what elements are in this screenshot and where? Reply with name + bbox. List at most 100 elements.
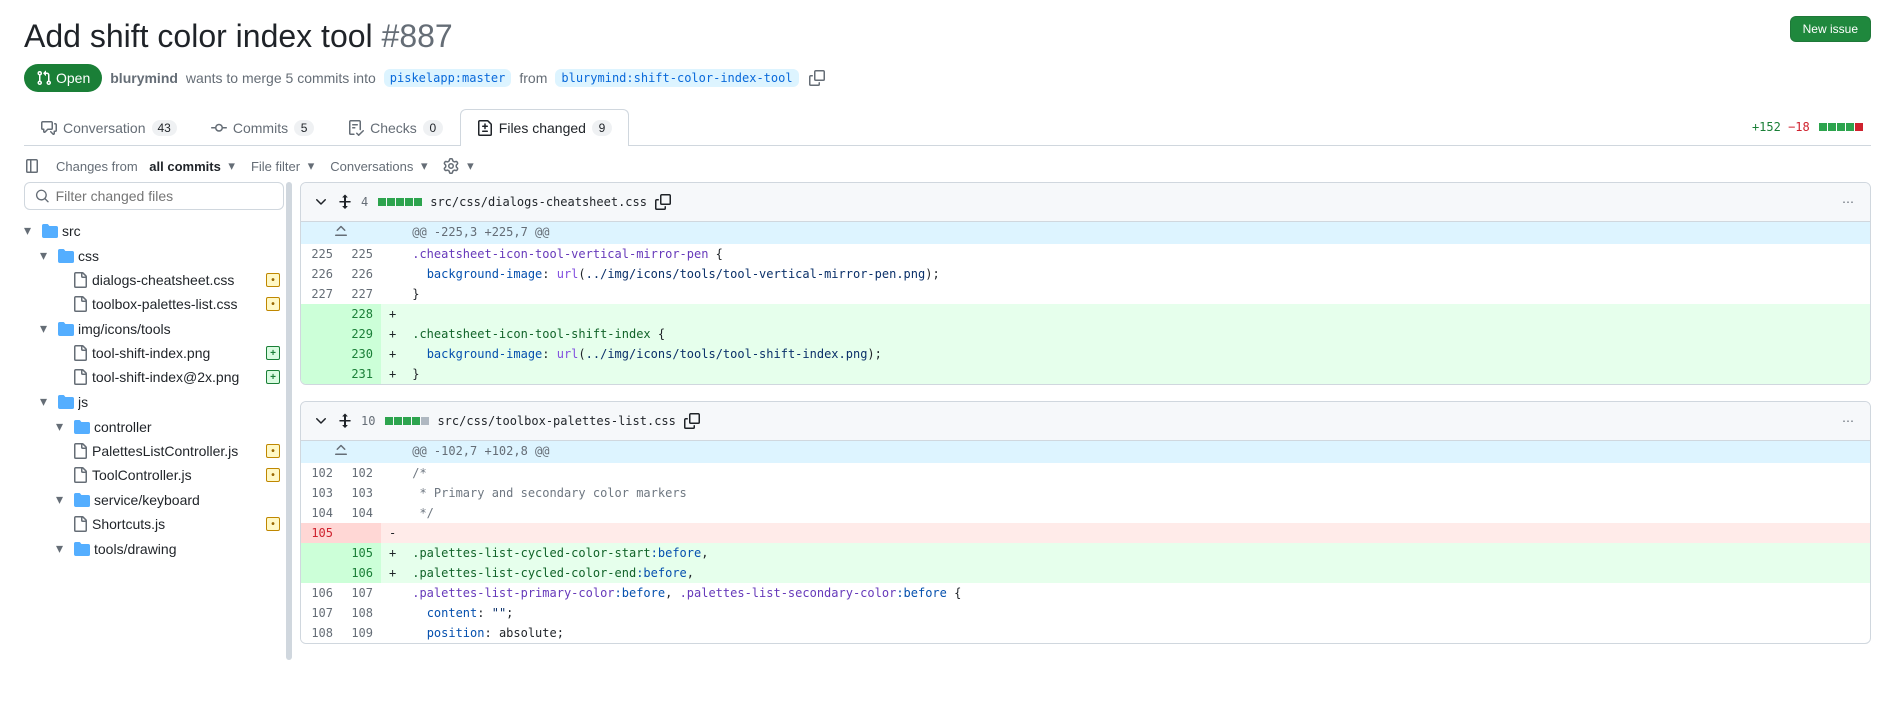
line-number-old[interactable]: 226	[301, 264, 341, 284]
tab-label: Conversation	[63, 120, 146, 136]
tree-file-toolbox-palettes[interactable]: toolbox-palettes-list.css •	[24, 292, 284, 316]
line-number-new[interactable]: 109	[341, 623, 381, 643]
tree-file-palettes-ctrl[interactable]: PalettesListController.js •	[24, 439, 284, 463]
tree-folder-controller[interactable]: ▾controller	[24, 414, 284, 439]
line-number-old[interactable]: 108	[301, 623, 341, 643]
file-path[interactable]: src/css/dialogs-cheatsheet.css	[430, 195, 647, 209]
tab-files-changed[interactable]: Files changed 9	[460, 109, 629, 146]
folder-icon	[42, 223, 58, 239]
line-number-old[interactable]: 105	[301, 523, 341, 543]
diff-line-add: 229+.cheatsheet-icon-tool-shift-index {	[301, 324, 1870, 344]
tab-checks[interactable]: Checks 0	[331, 109, 460, 146]
tree-label: toolbox-palettes-list.css	[92, 296, 238, 312]
tree-file-tool-ctrl[interactable]: ToolController.js •	[24, 463, 284, 487]
line-number-old[interactable]	[301, 364, 341, 384]
tree-folder-img-icons-tools[interactable]: ▾img/icons/tools	[24, 316, 284, 341]
line-number-old[interactable]: 104	[301, 503, 341, 523]
author-link[interactable]: blurymind	[110, 70, 178, 86]
hunk-text: @@ -225,3 +225,7 @@	[404, 222, 1870, 244]
line-number-old[interactable]	[301, 324, 341, 344]
kebab-icon[interactable]: ⋯	[1838, 410, 1858, 432]
line-number-new[interactable]: 108	[341, 603, 381, 623]
line-number-old[interactable]	[301, 344, 341, 364]
gear-icon[interactable]: ▾	[443, 158, 473, 174]
line-number-old[interactable]	[301, 304, 341, 324]
file-path[interactable]: src/css/toolbox-palettes-list.css	[437, 414, 675, 428]
line-number-new[interactable]: 226	[341, 264, 381, 284]
line-number-old[interactable]: 106	[301, 583, 341, 603]
line-number-new[interactable]: 230	[341, 344, 381, 364]
tree-folder-service-keyboard[interactable]: ▾service/keyboard	[24, 487, 284, 512]
line-number-new[interactable]: 229	[341, 324, 381, 344]
tree-file-dialogs-cheatsheet[interactable]: dialogs-cheatsheet.css •	[24, 268, 284, 292]
filter-files-input-wrapper[interactable]	[24, 182, 284, 210]
file-block-dialogs-cheatsheet: 4 src/css/dialogs-cheatsheet.css ⋯ @@ -2…	[300, 182, 1871, 385]
line-number-new[interactable]: 106	[341, 563, 381, 583]
tree-folder-css[interactable]: ▾css	[24, 243, 284, 268]
line-number-old[interactable]: 103	[301, 483, 341, 503]
collapse-file-icon[interactable]	[313, 194, 329, 210]
new-issue-button[interactable]: New issue	[1790, 16, 1871, 42]
conversations-dropdown[interactable]: Conversations ▾	[330, 158, 427, 174]
tab-commits[interactable]: Commits 5	[194, 109, 331, 146]
line-number-new[interactable]: 228	[341, 304, 381, 324]
added-icon: +	[266, 346, 280, 360]
tree-folder-tools-drawing[interactable]: ▾tools/drawing	[24, 536, 284, 561]
line-number-old[interactable]: 225	[301, 244, 341, 264]
head-branch-chip[interactable]: blurymind:shift-color-index-tool	[555, 69, 798, 87]
line-number-old[interactable]: 227	[301, 284, 341, 304]
line-number-new[interactable]: 104	[341, 503, 381, 523]
tree-label: service/keyboard	[94, 492, 200, 508]
tree-folder-js[interactable]: ▾js	[24, 389, 284, 414]
line-number-old[interactable]: 107	[301, 603, 341, 623]
copy-path-icon[interactable]	[684, 413, 700, 429]
sidebar-toggle-icon[interactable]	[24, 158, 40, 174]
tab-counter: 43	[152, 120, 177, 136]
tab-label: Commits	[233, 120, 288, 136]
diff-line-add: 106+.palettes-list-cycled-color-end:befo…	[301, 563, 1870, 583]
file-filter-dropdown[interactable]: File filter ▾	[251, 158, 314, 174]
changes-prefix: Changes from	[56, 159, 138, 174]
tab-counter: 0	[423, 120, 443, 136]
file-icon	[72, 296, 88, 312]
expand-all-icon[interactable]	[337, 194, 353, 210]
expand-all-icon[interactable]	[337, 413, 353, 429]
folder-icon	[58, 248, 74, 264]
line-number-new[interactable]: 227	[341, 284, 381, 304]
diff-line: 103103 * Primary and secondary color mar…	[301, 483, 1870, 503]
tree-folder-src[interactable]: ▾src	[24, 218, 284, 243]
tab-conversation[interactable]: Conversation 43	[24, 109, 194, 146]
sidebar-resizer[interactable]	[286, 182, 292, 660]
file-icon	[72, 443, 88, 459]
line-number-old[interactable]	[301, 563, 341, 583]
line-number-old[interactable]: 102	[301, 463, 341, 483]
filter-files-input[interactable]	[56, 188, 273, 204]
tree-label: tools/drawing	[94, 541, 177, 557]
kebab-icon[interactable]: ⋯	[1838, 191, 1858, 213]
modified-icon: •	[266, 444, 280, 458]
copy-icon[interactable]	[807, 68, 827, 88]
tree-file-tool-shift-png[interactable]: tool-shift-index.png +	[24, 341, 284, 365]
code-cell: background-image: url(../img/icons/tools…	[404, 264, 1870, 284]
expand-up-icon[interactable]	[301, 222, 381, 244]
base-branch-chip[interactable]: piskelapp:master	[384, 69, 512, 87]
line-number-new[interactable]: 231	[341, 364, 381, 384]
line-number-new[interactable]: 102	[341, 463, 381, 483]
file-block-toolbox-palettes: 10 src/css/toolbox-palettes-list.css ⋯ @…	[300, 401, 1871, 644]
file-change-count: 4	[361, 195, 368, 209]
hunk-header: @@ -102,7 +102,8 @@	[301, 441, 1870, 463]
collapse-file-icon[interactable]	[313, 413, 329, 429]
expand-up-icon[interactable]	[301, 441, 381, 463]
line-number-new[interactable]: 107	[341, 583, 381, 603]
line-number-new[interactable]: 225	[341, 244, 381, 264]
copy-path-icon[interactable]	[655, 194, 671, 210]
modified-icon: •	[266, 517, 280, 531]
line-number-new[interactable]	[341, 523, 381, 543]
line-number-new[interactable]: 105	[341, 543, 381, 563]
changes-from-dropdown[interactable]: Changes from all commits ▾	[56, 158, 235, 174]
tabs: Conversation 43 Commits 5 Checks 0 Files…	[24, 108, 629, 145]
tree-file-tool-shift-2x[interactable]: tool-shift-index@2x.png +	[24, 365, 284, 389]
tree-file-shortcuts[interactable]: Shortcuts.js •	[24, 512, 284, 536]
line-number-old[interactable]	[301, 543, 341, 563]
line-number-new[interactable]: 103	[341, 483, 381, 503]
